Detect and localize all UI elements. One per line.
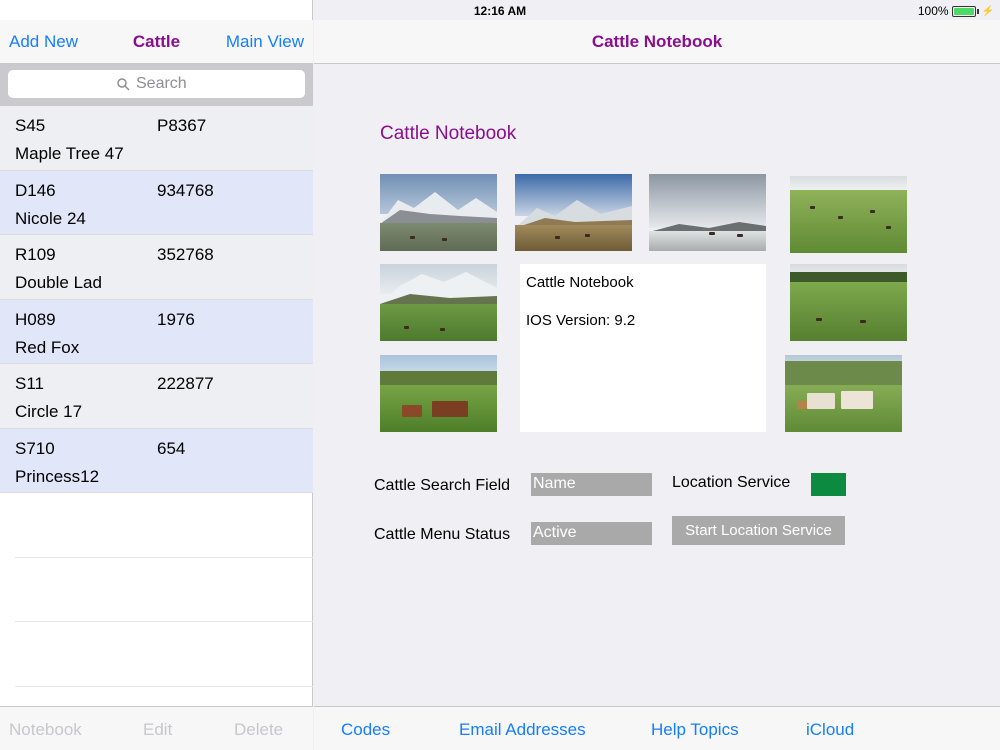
detail-navigation-bar: Cattle Notebook (314, 20, 1000, 64)
cattle-row[interactable]: H089 1976 Red Fox (0, 299, 313, 364)
search-box[interactable] (8, 70, 305, 98)
cattle-list: S45 P8367 Maple Tree 47 D146 934768 Nico… (0, 106, 313, 687)
cattle-id: 654 (157, 438, 186, 458)
battery-tip (976, 8, 979, 14)
section-title: Cattle Notebook (380, 123, 517, 144)
cattle-tag: S11 (15, 374, 44, 393)
cattle-tag: S710 (15, 438, 55, 458)
treeline-pasture-photo (790, 264, 907, 341)
main-view-button[interactable]: Main View (226, 32, 304, 52)
cattle-search-field-value[interactable]: Name (531, 473, 652, 496)
cattle-menu-status-label: Cattle Menu Status (374, 526, 511, 543)
master-pane: Add New Cattle Main View S45 P8367 Maple… (0, 0, 313, 750)
app-info-box: Cattle Notebook IOS Version: 9.2 (520, 264, 766, 432)
left-toolbar: Notebook Edit Delete (0, 706, 313, 750)
location-service-label: Location Service (672, 474, 791, 491)
start-location-service-button[interactable]: Start Location Service (672, 516, 845, 545)
cattle-tag: S45 (15, 116, 46, 135)
cattle-id: 934768 (157, 180, 214, 200)
empty-row (15, 558, 313, 622)
info-title: Cattle Notebook (526, 274, 634, 291)
cattle-tag: H089 (15, 309, 56, 329)
email-addresses-button[interactable]: Email Addresses (459, 720, 586, 740)
valley-cattle-photo (515, 174, 632, 251)
cattle-name: Princess12 (15, 466, 100, 486)
cattle-row[interactable]: S710 654 Princess12 (0, 428, 313, 493)
white-cattle-photo (785, 355, 902, 432)
brown-cattle-photo (380, 355, 497, 432)
charging-bolt-icon: ⚡ (981, 5, 994, 17)
info-version: IOS Version: 9.2 (526, 312, 636, 329)
detail-toolbar: Codes Email Addresses Help Topics iCloud (314, 706, 1000, 750)
cattle-row[interactable]: S11 222877 Circle 17 (0, 364, 313, 429)
cattle-name: Red Fox (15, 337, 80, 357)
status-right: 100% ⚡ (918, 4, 994, 18)
battery-percent: 100% (917, 4, 949, 18)
cattle-id: 352768 (157, 245, 214, 264)
green-hill-herd-photo (790, 176, 907, 253)
cattle-tag: R109 (15, 245, 56, 264)
detail-nav-title: Cattle Notebook (591, 32, 723, 51)
location-service-indicator (811, 473, 846, 496)
notebook-button[interactable]: Notebook (9, 720, 82, 740)
cattle-name: Maple Tree 47 (15, 144, 124, 163)
cattle-name: Nicole 24 (15, 208, 86, 228)
add-new-button[interactable]: Add New (9, 32, 78, 52)
codes-button[interactable]: Codes (341, 720, 390, 740)
search-input[interactable] (136, 75, 196, 93)
search-bar (0, 64, 313, 106)
delete-button[interactable]: Delete (234, 720, 283, 740)
cattle-name: Circle 17 (15, 402, 83, 421)
left-navigation-bar: Add New Cattle Main View (0, 20, 313, 64)
cattle-id: P8367 (157, 116, 207, 135)
cattle-id: 1976 (157, 309, 195, 329)
snowy-mountain-photo (380, 174, 497, 251)
cattle-tag: D146 (15, 180, 56, 200)
mountain-pasture-photo (380, 264, 497, 341)
cattle-name: Double Lad (15, 273, 102, 292)
cattle-id: 222877 (157, 374, 214, 393)
icloud-button[interactable]: iCloud (806, 720, 854, 740)
winter-farm-photo (649, 174, 766, 251)
empty-row (15, 493, 313, 558)
battery-icon (951, 5, 976, 17)
cattle-menu-status-value[interactable]: Active (531, 522, 652, 545)
help-topics-button[interactable]: Help Topics (651, 720, 739, 740)
edit-button[interactable]: Edit (143, 720, 172, 740)
cattle-row[interactable]: R109 352768 Double Lad (0, 235, 313, 300)
cattle-row[interactable]: S45 P8367 Maple Tree 47 (0, 106, 313, 171)
empty-row (15, 622, 313, 687)
cattle-row[interactable]: D146 934768 Nicole 24 (0, 170, 313, 235)
cattle-search-field-label: Cattle Search Field (374, 477, 511, 494)
search-icon (117, 77, 130, 91)
